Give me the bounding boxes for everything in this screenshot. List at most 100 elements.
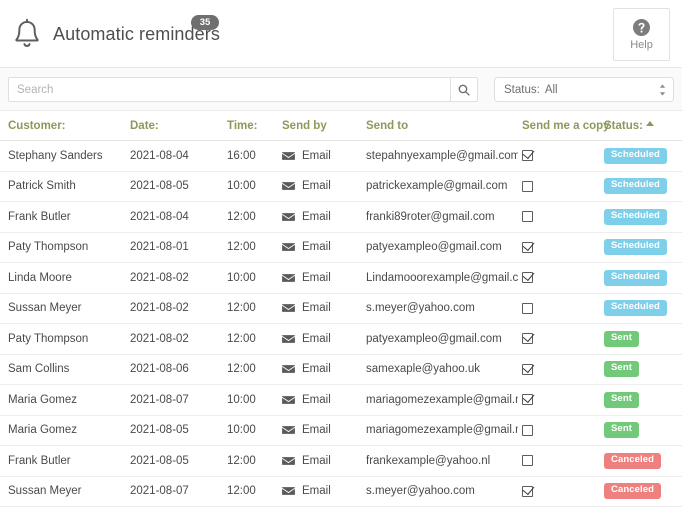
cell-date: 2021-08-05 <box>130 171 227 202</box>
cell-send-by: Email <box>282 445 366 477</box>
cell-date: 2021-08-01 <box>130 232 227 263</box>
cell-send-by: Email <box>282 171 366 202</box>
envelope-icon <box>282 273 295 283</box>
column-header-send-me-a-copy[interactable]: Send me a copy <box>522 111 610 141</box>
status-badge: Scheduled <box>604 300 667 317</box>
table-row[interactable]: Frank Butler 2021-08-05 12:00 Email frankexa… <box>0 445 682 477</box>
table-row[interactable]: Maria Gomez 2021-08-07 10:00 Email mariagome… <box>0 384 682 416</box>
send-me-a-copy-checkbox[interactable] <box>522 180 533 192</box>
send-by-label: Email <box>302 271 331 284</box>
cell-send-me-a-copy <box>522 476 604 507</box>
table-row[interactable]: Sussan Meyer 2021-08-07 12:00 Email s.meyer@… <box>0 476 682 507</box>
column-header-date[interactable]: Date: <box>130 111 227 141</box>
status-filter-select[interactable]: Status: All <box>494 77 674 102</box>
cell-send-by: Email <box>282 476 366 507</box>
table-row[interactable]: Sussan Meyer 2021-08-02 12:00 Email s.meyer@… <box>0 293 682 324</box>
table-row[interactable]: Maria Gomez 2021-08-05 10:00 Email mariagome… <box>0 415 682 446</box>
cell-time: 10:00 <box>227 384 282 416</box>
cell-customer: Stephany Sanders <box>0 140 130 172</box>
cell-send-to: s.meyer@yahoo.com <box>366 293 522 324</box>
envelope-icon <box>282 456 295 466</box>
table-row[interactable]: Patrick Smith 2021-08-05 10:00 Email patrick… <box>0 171 682 202</box>
cell-time: 10:00 <box>227 171 282 202</box>
cell-status: Sent <box>604 415 682 446</box>
send-to-email: s.meyer@yahoo.com <box>366 485 475 498</box>
search-button[interactable] <box>450 77 478 102</box>
status-badge: Canceled <box>604 452 662 469</box>
cell-send-to: Lindamooorexample@gmail.com <box>366 262 522 294</box>
send-to-email: patyexampleo@gmail.com <box>366 241 502 254</box>
table-row[interactable]: Sam Collins 2021-08-06 12:00 Email samexaple… <box>0 354 682 385</box>
send-by-label: Email <box>302 180 331 193</box>
cell-customer: Sussan Meyer <box>0 293 130 324</box>
status-badge: Scheduled <box>604 269 667 286</box>
send-me-a-copy-checkbox[interactable] <box>522 424 533 436</box>
table-row[interactable]: Paty Thompson 2021-08-02 12:00 Email patyexa… <box>0 323 682 355</box>
reminder-count-badge: 35 <box>191 15 219 30</box>
cell-status: Sent <box>604 323 682 355</box>
bell-icon <box>12 18 42 50</box>
send-to-email: mariagomezexample@gmail.mx <box>366 393 518 406</box>
cell-time: 12:00 <box>227 201 282 233</box>
help-button[interactable]: Help <box>613 8 670 61</box>
cell-date: 2021-08-05 <box>130 445 227 477</box>
cell-date: 2021-08-07 <box>130 476 227 507</box>
page-title-group: Automatic reminders <box>12 18 220 50</box>
column-header-status[interactable]: Status: <box>604 111 682 141</box>
status-badge: Scheduled <box>604 147 667 164</box>
cell-date: 2021-08-05 <box>130 415 227 446</box>
send-by-label: Email <box>302 149 331 162</box>
cell-date: 2021-08-02 <box>130 323 227 355</box>
cell-status: Sent <box>604 354 682 385</box>
column-header-send-by[interactable]: Send by <box>282 111 366 141</box>
search-icon <box>458 84 470 96</box>
send-me-a-copy-checkbox[interactable] <box>522 333 533 345</box>
send-me-a-copy-checkbox[interactable] <box>522 485 533 497</box>
column-header-time[interactable]: Time: <box>227 111 282 141</box>
envelope-icon <box>282 334 295 344</box>
send-to-email: s.meyer@yahoo.com <box>366 302 475 315</box>
send-by-label: Email <box>302 241 331 254</box>
cell-customer: Frank Butler <box>0 201 130 233</box>
cell-status: Scheduled <box>604 262 682 294</box>
cell-customer: Maria Gomez <box>0 415 130 446</box>
table-row[interactable]: Frank Butler 2021-08-04 12:00 Email franki89… <box>0 201 682 233</box>
cell-send-me-a-copy <box>522 415 604 446</box>
status-badge: Canceled <box>604 483 662 500</box>
cell-send-by: Email <box>282 262 366 294</box>
send-me-a-copy-checkbox[interactable] <box>522 455 533 467</box>
table-row[interactable]: Linda Moore 2021-08-02 10:00 Email Lindamooo… <box>0 262 682 294</box>
envelope-icon <box>282 181 295 191</box>
send-me-a-copy-checkbox[interactable] <box>522 363 533 375</box>
cell-time: 12:00 <box>227 445 282 477</box>
send-me-a-copy-checkbox[interactable] <box>522 150 533 162</box>
cell-date: 2021-08-07 <box>130 384 227 416</box>
cell-date: 2021-08-04 <box>130 140 227 172</box>
send-to-email: franki89roter@gmail.com <box>366 210 495 223</box>
cell-status: Scheduled <box>604 140 682 172</box>
cell-send-by: Email <box>282 232 366 263</box>
send-me-a-copy-checkbox[interactable] <box>522 302 533 314</box>
send-me-a-copy-checkbox[interactable] <box>522 241 533 253</box>
column-header-customer[interactable]: Customer: <box>0 111 130 141</box>
search-input[interactable] <box>8 77 450 102</box>
cell-time: 10:00 <box>227 262 282 294</box>
status-badge: Scheduled <box>604 208 667 225</box>
cell-send-by: Email <box>282 323 366 355</box>
cell-send-to: franki89roter@gmail.com <box>366 201 522 233</box>
status-badge: Scheduled <box>604 239 667 256</box>
envelope-icon <box>282 364 295 374</box>
cell-send-by: Email <box>282 201 366 233</box>
send-me-a-copy-checkbox[interactable] <box>522 272 533 284</box>
send-to-email: stepahnyexample@gmail.com <box>366 149 518 162</box>
column-header-send-to[interactable]: Send to <box>366 111 522 141</box>
send-to-email: frankexample@yahoo.nl <box>366 454 491 467</box>
cell-send-by: Email <box>282 354 366 385</box>
send-to-email: samexaple@yahoo.uk <box>366 363 480 376</box>
table-row[interactable]: Paty Thompson 2021-08-01 12:00 Email patyexa… <box>0 232 682 263</box>
send-by-label: Email <box>302 393 331 406</box>
cell-send-to: patyexampleo@gmail.com <box>366 232 522 263</box>
send-me-a-copy-checkbox[interactable] <box>522 394 533 406</box>
send-me-a-copy-checkbox[interactable] <box>522 211 533 223</box>
table-row[interactable]: Stephany Sanders 2021-08-04 16:00 Email step… <box>0 140 682 172</box>
